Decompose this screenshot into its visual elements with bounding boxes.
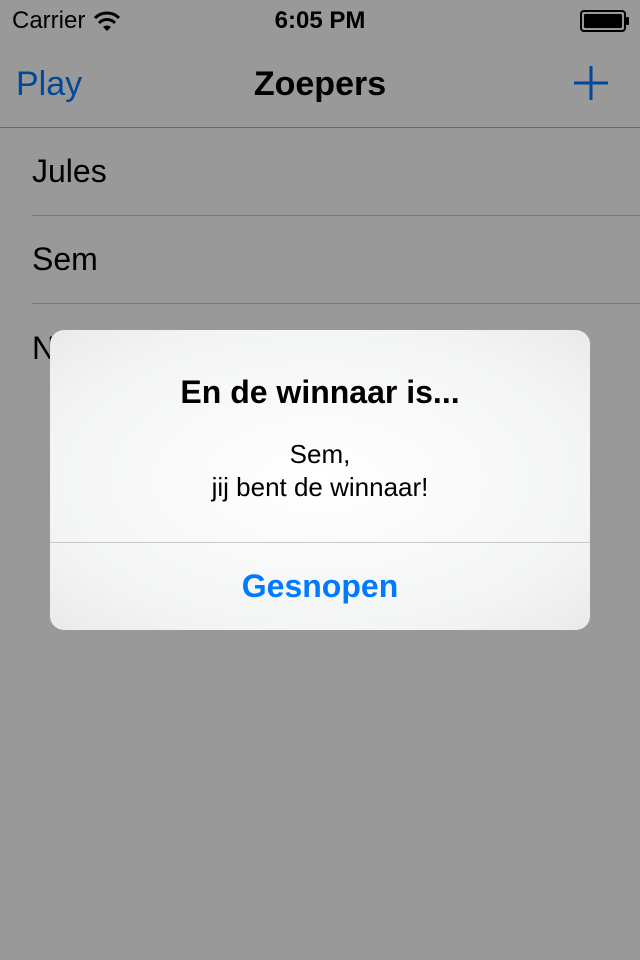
alert-dialog: En de winnaar is... Sem, jij bent de win…	[50, 330, 590, 630]
alert-message-line: Sem,	[289, 439, 351, 469]
alert-message-line: jij bent de winnaar!	[211, 472, 429, 502]
alert-message: Sem, jij bent de winnaar!	[50, 438, 590, 504]
gesnopen-button[interactable]: Gesnopen	[50, 543, 590, 630]
alert-title: En de winnaar is...	[180, 374, 460, 410]
